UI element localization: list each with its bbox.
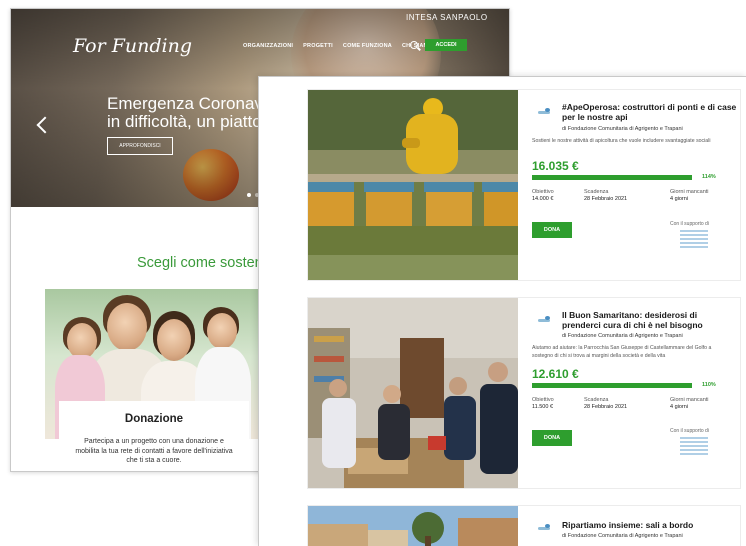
nav-item-organizzazioni[interactable]: ORGANIZZAZIONI bbox=[243, 43, 293, 49]
intesa-sanpaolo-logo: INTESA SANPAOLO bbox=[406, 13, 488, 22]
foreground-browser-window: #ApeOperosa: costruttori di ponti e di c… bbox=[258, 76, 746, 546]
project-organization: di Fondazione Comunitaria di Agrigento e… bbox=[562, 333, 683, 339]
days-stat: Giorni mancanti 4 giorni bbox=[670, 397, 709, 411]
support-label: Con il supporto di bbox=[670, 221, 709, 227]
days-label: Giorni mancanti bbox=[670, 397, 709, 403]
progress-bar bbox=[532, 175, 692, 180]
organization-logo-icon bbox=[538, 108, 552, 116]
nav-item-come-funziona[interactable]: COME FUNZIONA bbox=[343, 43, 392, 49]
goal-stat: Obiettivo 14.000 € bbox=[532, 189, 554, 203]
goal-stat: Obiettivo 11.500 € bbox=[532, 397, 554, 411]
sponsor-logo bbox=[680, 437, 708, 455]
sponsor-logo bbox=[680, 230, 708, 248]
project-card[interactable]: #ApeOperosa: costruttori di ponti e di c… bbox=[307, 89, 741, 281]
deadline-value: 28 Febbraio 2021 bbox=[584, 404, 628, 410]
carousel-dot[interactable] bbox=[247, 193, 251, 197]
deadline-stat: Scadenza 28 Febbraio 2021 bbox=[584, 397, 627, 411]
project-card[interactable]: Ripartiamo insieme: sali a bordo di Fond… bbox=[307, 505, 741, 546]
project-organization: di Fondazione Comunitaria di Agrigento e… bbox=[562, 533, 683, 539]
deadline-value: 28 Febbraio 2021 bbox=[584, 196, 628, 202]
forfunding-logo[interactable]: For Funding bbox=[73, 35, 192, 57]
days-value: 4 giorni bbox=[670, 196, 689, 202]
donate-button[interactable]: DONA bbox=[532, 222, 572, 238]
project-title[interactable]: #ApeOperosa: costruttori di ponti e di c… bbox=[562, 102, 738, 122]
project-photo-volunteers bbox=[308, 298, 518, 488]
progress-bar-fill bbox=[532, 175, 692, 180]
days-stat: Giorni mancanti 4 giorni bbox=[670, 189, 709, 203]
project-photo-town bbox=[308, 506, 518, 546]
days-label: Giorni mancanti bbox=[670, 189, 709, 195]
support-label: Con il supporto di bbox=[670, 428, 709, 434]
search-icon[interactable] bbox=[410, 41, 418, 49]
goal-value: 14.000 € bbox=[532, 196, 554, 202]
main-nav: ORGANIZZAZIONI PROGETTI COME FUNZIONA CH… bbox=[243, 43, 433, 49]
project-card[interactable]: Il Buon Samaritano: desiderosi di prende… bbox=[307, 297, 741, 489]
progress-percent: 114% bbox=[702, 174, 716, 180]
project-description: Aiutamo ad aiutare: la Parrocchia San Gi… bbox=[532, 345, 712, 359]
deadline-label: Scadenza bbox=[584, 397, 609, 403]
goal-label: Obiettivo bbox=[532, 189, 554, 195]
access-button[interactable]: ACCEDI bbox=[425, 39, 467, 51]
progress-bar-fill bbox=[532, 383, 692, 388]
goal-label: Obiettivo bbox=[532, 397, 554, 403]
card-title: Donazione bbox=[124, 413, 184, 425]
donation-card[interactable]: Donazione Partecipa a un progetto con un… bbox=[59, 401, 249, 471]
card-description: Partecipa a un progetto con una donazion… bbox=[75, 438, 233, 464]
progress-bar bbox=[532, 383, 692, 388]
goal-value: 11.500 € bbox=[532, 404, 554, 410]
project-photo-beekeeper bbox=[308, 90, 518, 280]
project-organization: di Fondazione Comunitaria di Agrigento e… bbox=[562, 126, 683, 132]
organization-logo-icon bbox=[538, 524, 552, 532]
donate-button[interactable]: DONA bbox=[532, 430, 572, 446]
deadline-label: Scadenza bbox=[584, 189, 609, 195]
progress-percent: 110% bbox=[702, 382, 716, 388]
raised-amount: 12.610 € bbox=[532, 367, 579, 381]
days-value: 4 giorni bbox=[670, 404, 689, 410]
project-title[interactable]: Il Buon Samaritano: desiderosi di prende… bbox=[562, 310, 738, 330]
organization-logo-icon bbox=[538, 316, 552, 324]
learn-more-button[interactable]: APPROFONDISCI bbox=[107, 137, 173, 155]
deadline-stat: Scadenza 28 Febbraio 2021 bbox=[584, 189, 627, 203]
project-title[interactable]: Ripartiamo insieme: sali a bordo bbox=[562, 520, 738, 530]
project-description: Sostieni le nostre attività di apicoltur… bbox=[532, 138, 711, 144]
nav-item-progetti[interactable]: PROGETTI bbox=[303, 43, 333, 49]
raised-amount: 16.035 € bbox=[532, 159, 579, 173]
